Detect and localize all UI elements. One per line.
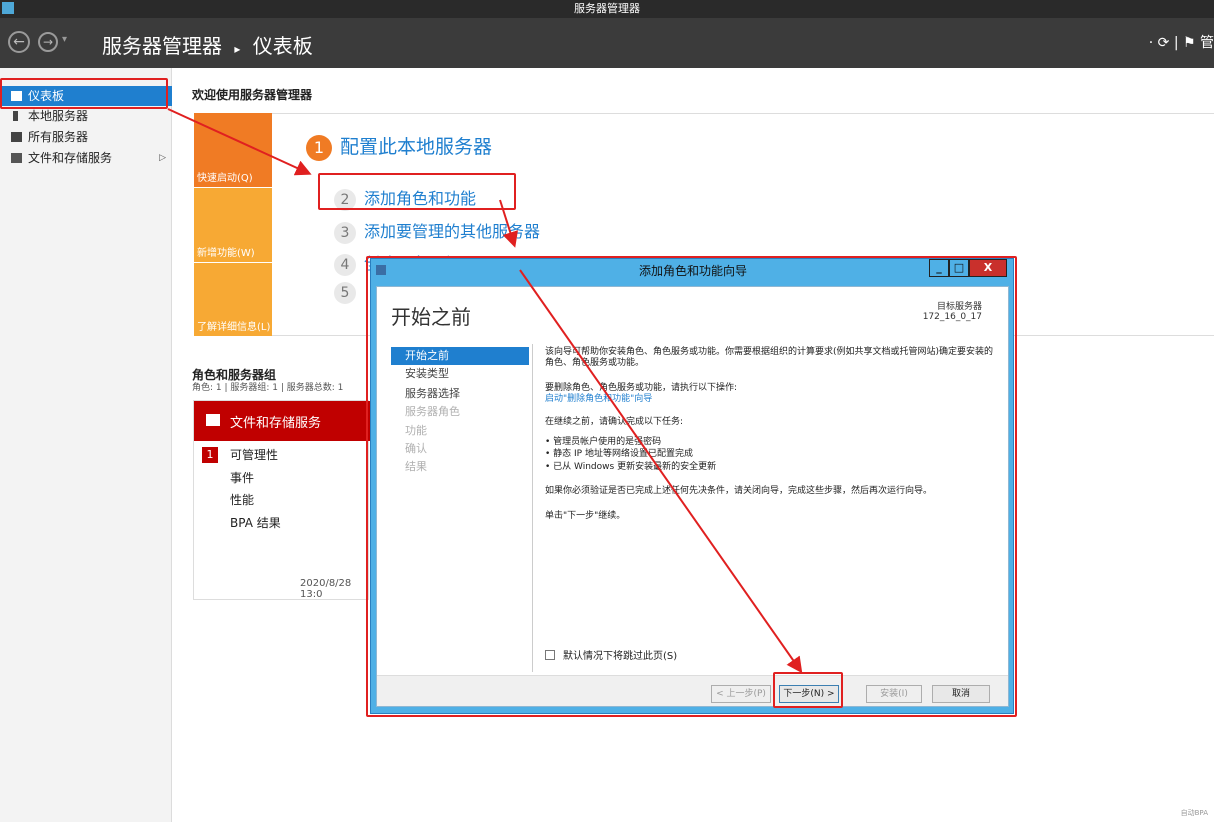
watermark: 自动BPA [1180, 809, 1208, 817]
annotation-arrows [167, 108, 803, 674]
arrow-to-add-roles [167, 108, 312, 176]
arrow-to-dialog [499, 199, 518, 248]
arrow-to-next-button [519, 269, 803, 674]
